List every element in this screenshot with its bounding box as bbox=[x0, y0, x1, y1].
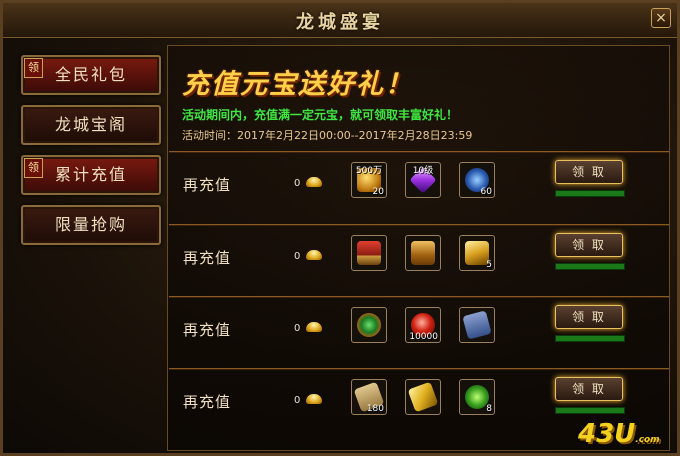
reward-item-slot[interactable] bbox=[351, 235, 387, 271]
item-quantity: 8 bbox=[486, 404, 492, 414]
sidebar-item-dragon-treasure[interactable]: 龙城宝阁 bbox=[21, 105, 161, 145]
reward-row: 再充值 0 5 领 取 bbox=[169, 224, 669, 293]
recharge-label: 再充值 bbox=[183, 176, 232, 194]
banner-title: 充值元宝送好礼！ bbox=[182, 69, 414, 100]
gold-ingot-icon bbox=[306, 394, 322, 404]
reward-panel: 充值元宝送好礼！ 活动期间内，充值满一定元宝，就可领取丰富好礼！ 活动时间：20… bbox=[167, 45, 670, 451]
sidebar-item-label: 累计充值 bbox=[54, 165, 127, 184]
claim-badge: 领 bbox=[24, 158, 43, 178]
recharge-amount: 0 bbox=[294, 395, 301, 406]
recharge-amount: 0 bbox=[294, 251, 301, 262]
item-quantity: 60 bbox=[480, 187, 492, 197]
claim-badge: 领 bbox=[24, 58, 43, 78]
progress-bar bbox=[555, 407, 625, 414]
site-logo: 43U.com bbox=[578, 419, 660, 449]
reward-item-slot[interactable]: 10级 bbox=[405, 162, 441, 198]
red-treasure-chest-icon bbox=[357, 241, 381, 265]
recharge-label: 再充值 bbox=[183, 249, 232, 267]
item-quantity: 5 bbox=[486, 260, 492, 270]
reward-item-slot[interactable]: 10000 bbox=[405, 307, 441, 343]
item-label: 500万 bbox=[355, 166, 383, 176]
close-icon[interactable]: × bbox=[651, 8, 671, 28]
window-title: 龙城盛宴 bbox=[296, 12, 384, 33]
gold-treasure-chest-icon bbox=[411, 241, 435, 265]
claim-button[interactable]: 领 取 bbox=[555, 305, 623, 329]
gold-ingot-icon bbox=[306, 177, 322, 187]
claim-button[interactable]: 领 取 bbox=[555, 377, 623, 401]
reward-item-slot[interactable] bbox=[351, 307, 387, 343]
claim-button[interactable]: 领 取 bbox=[555, 160, 623, 184]
event-description: 活动期间内，充值满一定元宝，就可领取丰富好礼！ bbox=[182, 108, 459, 122]
reward-item-slot[interactable] bbox=[459, 307, 495, 343]
recharge-label: 再充值 bbox=[183, 393, 232, 411]
event-time: 活动时间：2017年2月22日00:00--2017年2月28日23:59 bbox=[182, 127, 472, 143]
reward-row: 再充值 0 500万 20 10级 60 领 取 bbox=[169, 151, 669, 220]
sidebar-item-limited-sale[interactable]: 限量抢购 bbox=[21, 205, 161, 245]
event-time-value: 2017年2月22日00:00--2017年2月28日23:59 bbox=[237, 129, 473, 142]
sidebar-item-label: 全民礼包 bbox=[54, 65, 127, 84]
reward-item-slot[interactable] bbox=[405, 235, 441, 271]
sidebar-item-cumulative-recharge[interactable]: 领 累计充值 bbox=[21, 155, 161, 195]
item-quantity: 180 bbox=[366, 404, 384, 414]
item-quantity: 10000 bbox=[409, 332, 438, 342]
gold-brick-icon bbox=[407, 381, 439, 413]
item-quantity: 20 bbox=[372, 187, 384, 197]
event-window: 龙城盛宴 × 领 全民礼包 龙城宝阁 领 累计充值 限量抢购 充值元宝送好礼！ … bbox=[0, 0, 680, 456]
gold-ingot-icon bbox=[306, 322, 322, 332]
progress-bar bbox=[555, 335, 625, 342]
gold-ingot-icon bbox=[306, 250, 322, 260]
reward-item-slot[interactable]: 60 bbox=[459, 162, 495, 198]
title-bar: 龙城盛宴 × bbox=[3, 3, 677, 38]
green-jade-icon bbox=[357, 313, 381, 337]
progress-bar bbox=[555, 190, 625, 197]
reward-item-slot[interactable]: 180 bbox=[351, 379, 387, 415]
reward-item-slot[interactable] bbox=[405, 379, 441, 415]
item-label: 10级 bbox=[412, 166, 434, 176]
logo-suffix: .com bbox=[635, 435, 660, 445]
reward-item-slot[interactable]: 8 bbox=[459, 379, 495, 415]
sidebar-item-all-gift[interactable]: 领 全民礼包 bbox=[21, 55, 161, 95]
reward-item-slot[interactable]: 5 bbox=[459, 235, 495, 271]
reward-row: 再充值 0 10000 领 取 bbox=[169, 296, 669, 365]
progress-bar bbox=[555, 263, 625, 270]
recharge-label: 再充值 bbox=[183, 321, 232, 339]
logo-text: 43U bbox=[578, 419, 636, 449]
sidebar-item-label: 龙城宝阁 bbox=[54, 115, 127, 134]
reward-item-slot[interactable]: 500万 20 bbox=[351, 162, 387, 198]
sidebar-item-label: 限量抢购 bbox=[54, 215, 127, 234]
event-time-label: 活动时间： bbox=[182, 129, 237, 142]
recharge-amount: 0 bbox=[294, 323, 301, 334]
blue-book-icon bbox=[462, 310, 492, 340]
claim-button[interactable]: 领 取 bbox=[555, 233, 623, 257]
recharge-amount: 0 bbox=[294, 178, 301, 189]
